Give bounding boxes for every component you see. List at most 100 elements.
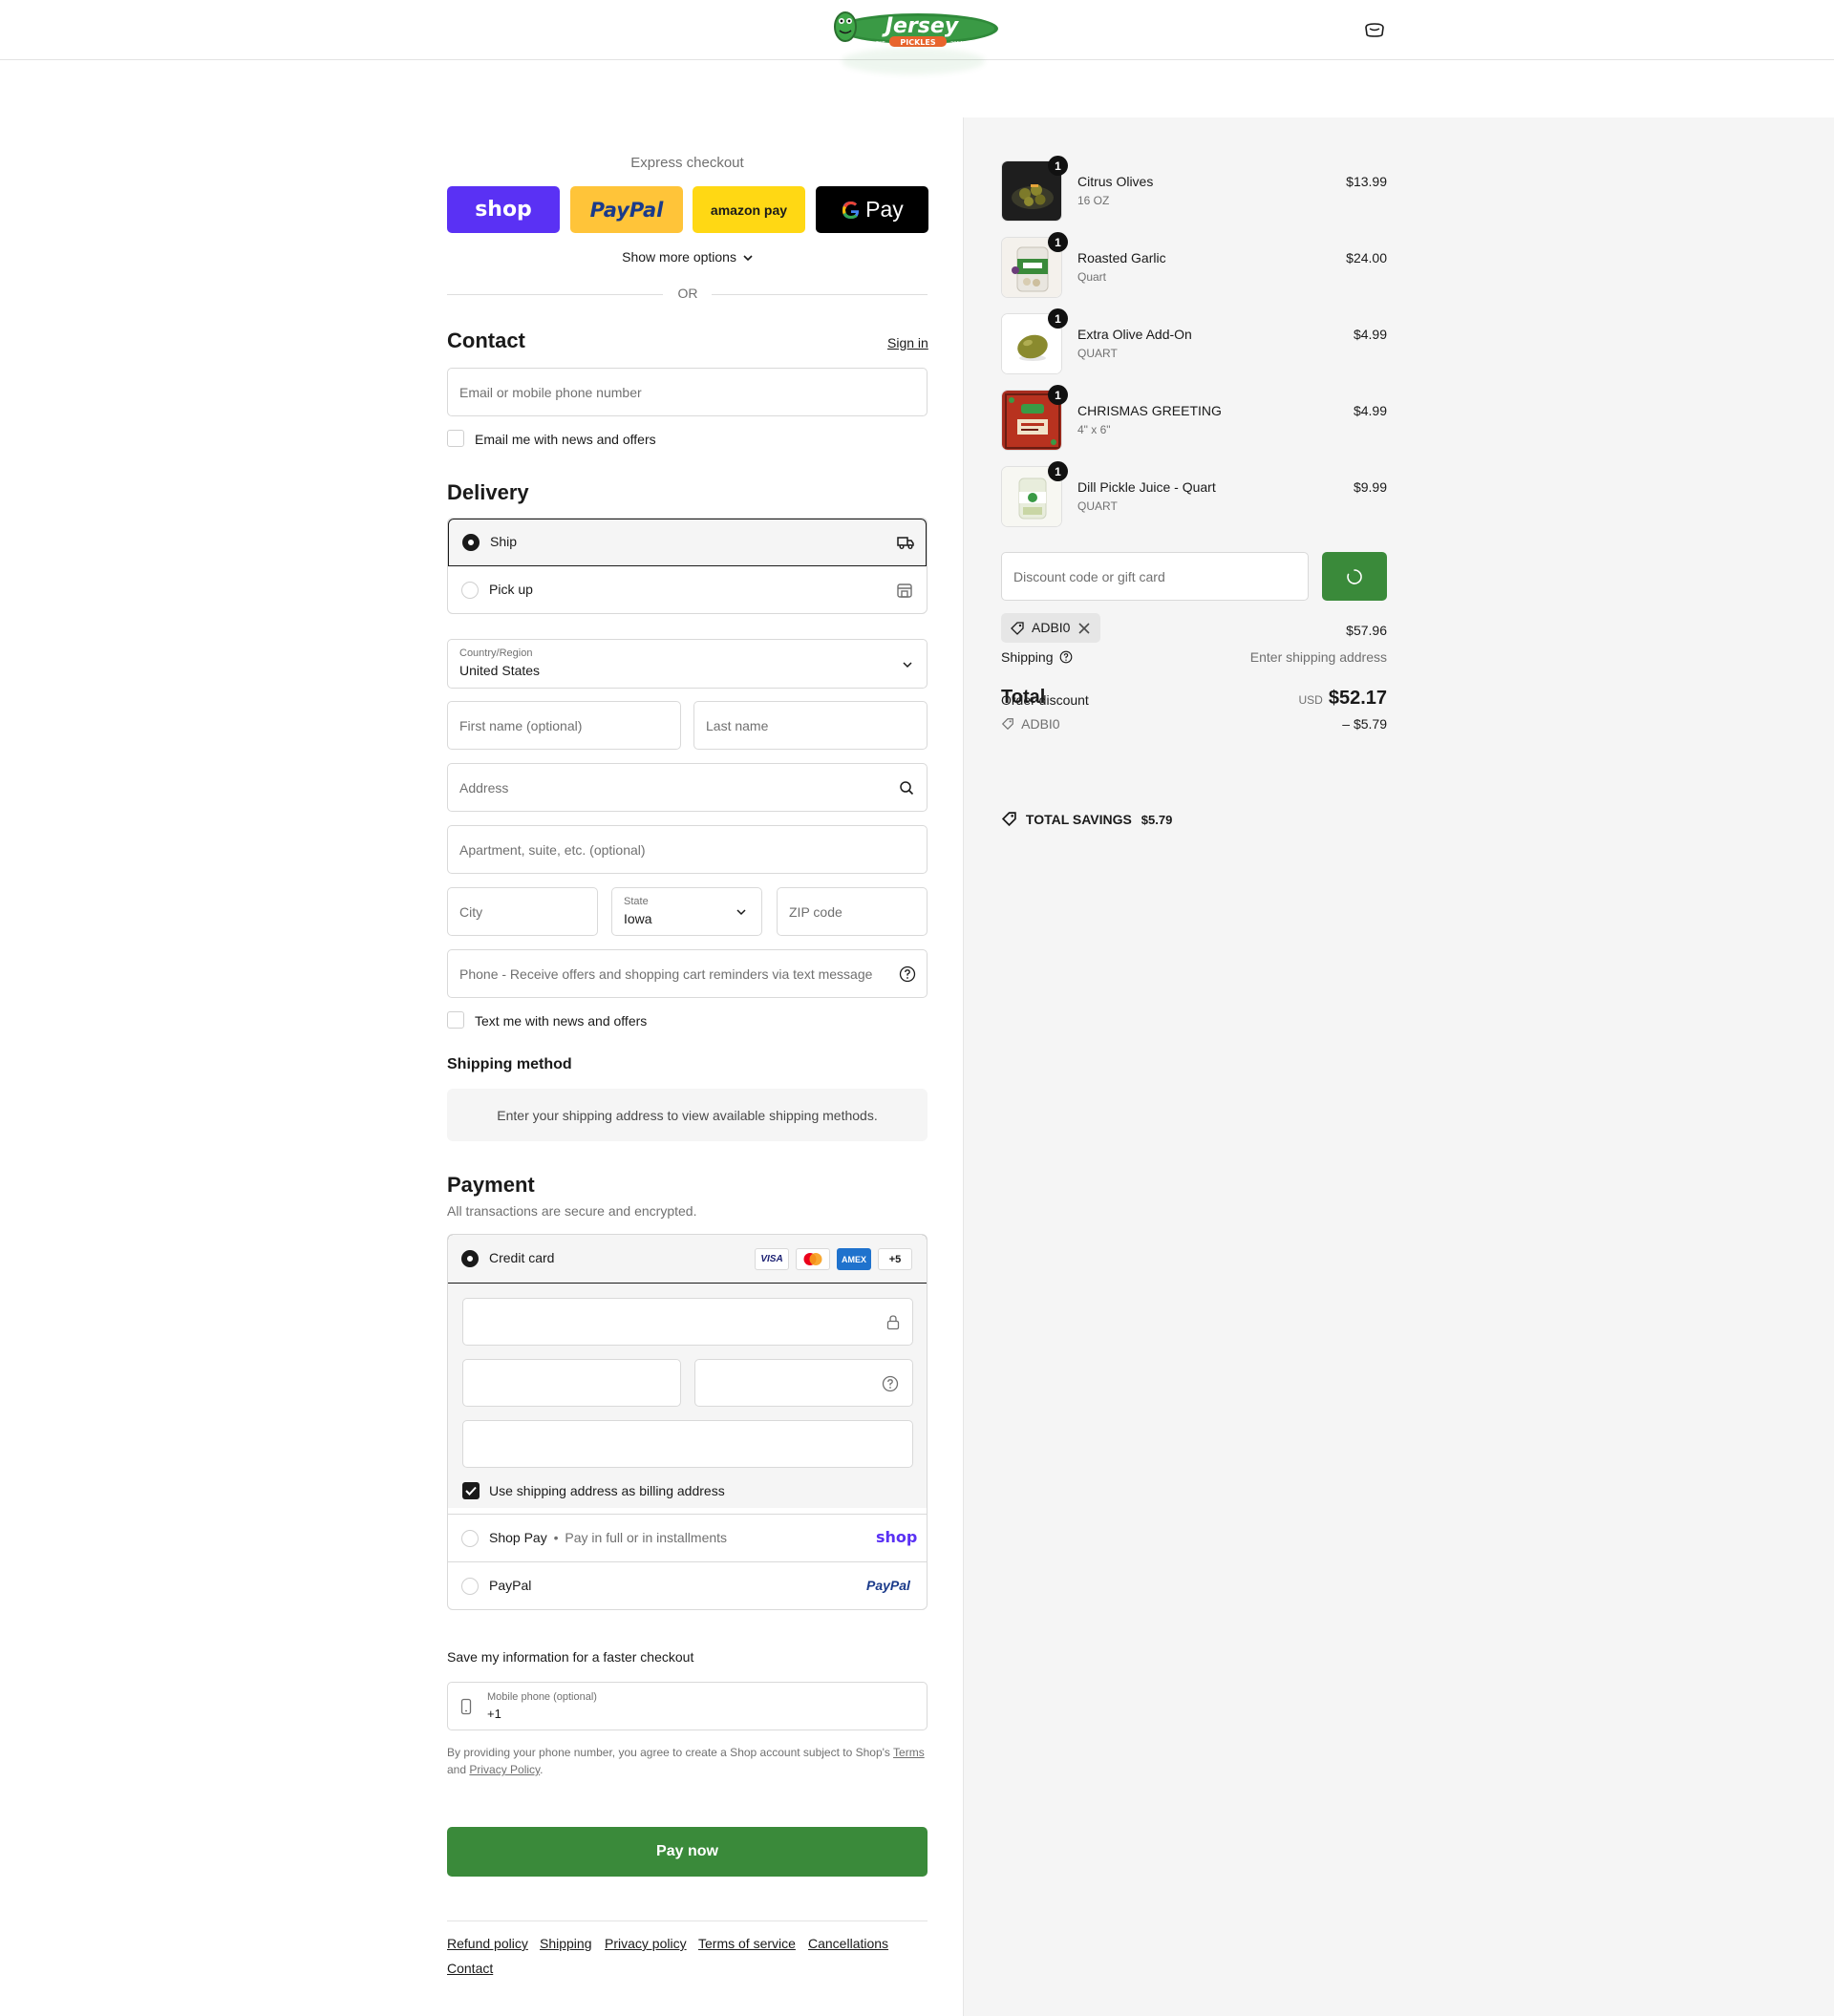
total-savings-label: TOTAL SAVINGS <box>1025 812 1132 827</box>
item-variant: QUART <box>1077 499 1118 513</box>
shop-pay-button[interactable]: shop <box>447 186 560 233</box>
state-select[interactable]: State Iowa <box>611 887 762 936</box>
last-name-field[interactable]: Last name <box>693 701 928 750</box>
sign-in-link[interactable]: Sign in <box>887 335 928 350</box>
tag-icon <box>1001 812 1016 827</box>
footer-link-shipping[interactable]: Shipping <box>540 1936 592 1951</box>
disclaimer-text: By providing your phone number, you agre… <box>447 1746 890 1759</box>
billing-address-checkbox[interactable] <box>462 1482 480 1499</box>
security-code-field[interactable] <box>694 1359 913 1407</box>
expiration-field[interactable] <box>462 1359 681 1407</box>
google-pay-label: Pay <box>865 197 904 222</box>
footer-link-refund-policy[interactable]: Refund policy <box>447 1936 528 1951</box>
pickup-radio[interactable] <box>461 582 479 599</box>
help-icon[interactable] <box>1059 650 1073 664</box>
item-variant: 4" x 6" <box>1077 423 1111 436</box>
address-field[interactable]: Address <box>447 763 928 812</box>
name-on-card-field[interactable] <box>462 1420 913 1468</box>
visa-label: VISA <box>760 1254 783 1264</box>
footer-link-privacy-policy[interactable]: Privacy policy <box>605 1936 687 1951</box>
item-price: $4.99 <box>1353 327 1387 342</box>
item-variant: QUART <box>1077 347 1118 360</box>
shop-pay-option[interactable]: Shop Pay • Pay in full or in installment… <box>448 1514 927 1561</box>
logo-text: Jersey <box>882 14 960 38</box>
pay-now-label: Pay now <box>656 1843 718 1859</box>
shop-terms-link[interactable]: Terms <box>893 1746 925 1759</box>
city-field[interactable]: City <box>447 887 598 936</box>
shopping-bag-icon[interactable] <box>1364 21 1385 38</box>
google-pay-button[interactable]: Pay <box>816 186 928 233</box>
total-value: $52.17 <box>1328 688 1387 709</box>
item-price: $13.99 <box>1346 174 1387 189</box>
applied-discount-code: ADBI0 <box>1032 620 1071 635</box>
ship-radio[interactable] <box>462 534 480 551</box>
shop-privacy-link[interactable]: Privacy Policy <box>469 1763 540 1776</box>
first-name-field[interactable]: First name (optional) <box>447 701 681 750</box>
shop-pay-separator: • <box>553 1530 559 1545</box>
paypal-label: PayPal <box>589 198 664 222</box>
pickup-label: Pick up <box>489 582 533 597</box>
paypal-option[interactable]: PayPal PayPal <box>448 1561 927 1609</box>
amazon-pay-button[interactable]: amazon pay <box>693 186 805 233</box>
card-number-field[interactable] <box>462 1298 913 1346</box>
checkmark-icon <box>465 1486 477 1496</box>
shipping-method-title: Shipping method <box>447 1056 572 1072</box>
amex-label: AMEX <box>841 1254 866 1264</box>
address-placeholder: Address <box>459 779 509 796</box>
discount-value: – $5.79 <box>1342 716 1387 732</box>
shop-pay-logo: shop <box>876 1528 918 1546</box>
close-icon[interactable] <box>1077 622 1091 635</box>
show-more-options-button[interactable]: Show more options <box>447 249 928 265</box>
phone-field[interactable]: Phone - Receive offers and shopping cart… <box>447 949 928 998</box>
help-icon[interactable] <box>882 1375 899 1392</box>
discount-code-field[interactable]: Discount code or gift card <box>1001 552 1309 601</box>
contact-title: Contact <box>447 329 525 352</box>
discount-placeholder: Discount code or gift card <box>1013 568 1165 584</box>
pickup-option[interactable]: Pick up <box>448 566 927 613</box>
ship-option[interactable]: Ship <box>448 519 927 566</box>
paypal-button[interactable]: PayPal <box>570 186 683 233</box>
mobile-phone-value: +1 <box>487 1707 501 1721</box>
email-placeholder: Email or mobile phone number <box>459 384 642 400</box>
total-savings: TOTAL SAVINGS $5.79 <box>1001 811 1172 827</box>
google-g-icon <box>842 201 860 219</box>
footer-link-terms-of-service[interactable]: Terms of service <box>698 1936 796 1951</box>
phone-placeholder: Phone - Receive offers and shopping cart… <box>459 966 873 982</box>
credit-card-radio[interactable] <box>461 1250 479 1267</box>
footer-link-contact[interactable]: Contact <box>447 1961 493 1976</box>
total-label: Total <box>1001 687 1046 708</box>
apply-discount-button[interactable] <box>1322 552 1387 601</box>
shipping-value: Enter shipping address <box>1249 649 1387 665</box>
visa-icon: VISA <box>755 1248 789 1270</box>
lock-icon <box>886 1315 900 1330</box>
mobile-phone-field[interactable]: Mobile phone (optional) +1 <box>447 1682 928 1730</box>
shipping-label: Shipping <box>1001 649 1054 665</box>
item-name: Citrus Olives <box>1077 174 1154 189</box>
zip-field[interactable]: ZIP code <box>777 887 928 936</box>
item-price: $9.99 <box>1353 479 1387 495</box>
email-news-checkbox[interactable] <box>447 430 464 447</box>
pay-now-button[interactable]: Pay now <box>447 1827 928 1877</box>
chevron-down-icon <box>903 662 912 668</box>
text-news-checkbox[interactable] <box>447 1011 464 1029</box>
email-field[interactable]: Email or mobile phone number <box>447 368 928 416</box>
paypal-radio[interactable] <box>461 1578 479 1595</box>
shop-pay-radio[interactable] <box>461 1530 479 1547</box>
apartment-field[interactable]: Apartment, suite, etc. (optional) <box>447 825 928 874</box>
item-price: $24.00 <box>1346 250 1387 265</box>
help-icon[interactable] <box>899 966 916 983</box>
shop-pay-subtext: Pay in full or in installments <box>565 1530 728 1545</box>
shipping-row-label: Shipping <box>1001 649 1073 665</box>
show-more-label: Show more options <box>622 249 736 265</box>
card-fields-area: Use shipping address as billing address <box>448 1284 927 1508</box>
credit-card-option[interactable]: Credit card VISA AMEX +5 <box>448 1235 927 1284</box>
shop-pay-row-text: Shop Pay • Pay in full or in installment… <box>489 1530 727 1545</box>
mobile-phone-icon <box>460 1698 472 1715</box>
shipping-method-notice: Enter your shipping address to view avai… <box>447 1089 928 1141</box>
mobile-phone-label: Mobile phone (optional) <box>487 1691 597 1703</box>
footer-link-cancellations[interactable]: Cancellations <box>808 1936 888 1951</box>
country-select[interactable]: Country/Region United States <box>447 639 928 689</box>
tag-icon <box>1011 622 1024 635</box>
search-icon <box>900 781 914 796</box>
credit-card-label: Credit card <box>489 1250 555 1265</box>
